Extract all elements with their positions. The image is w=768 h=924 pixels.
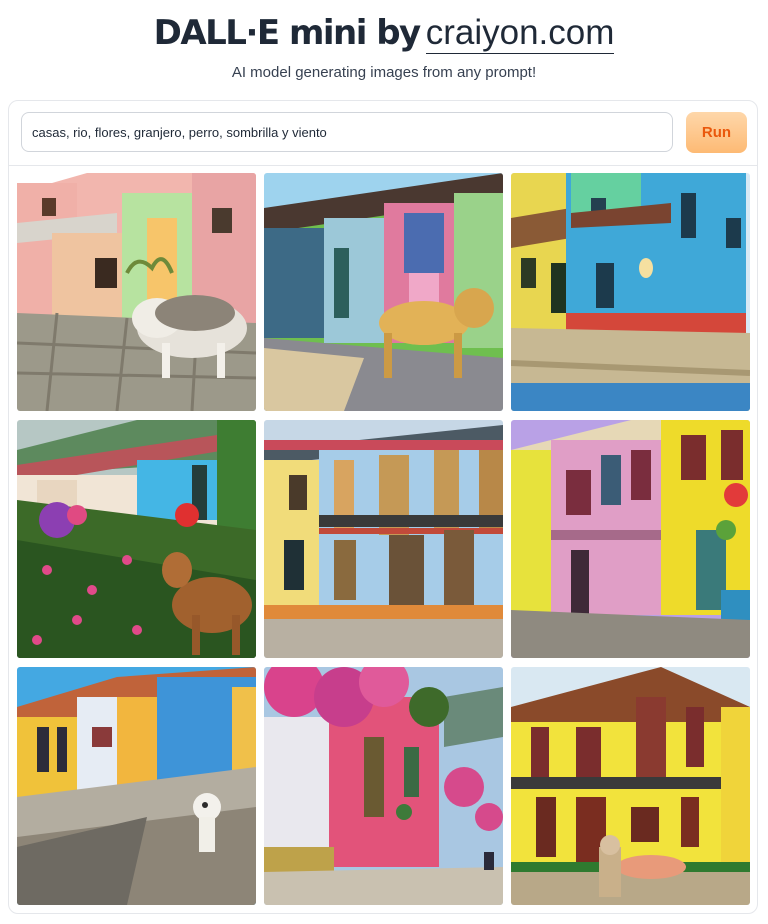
result-image-8[interactable] (264, 667, 503, 905)
result-image-5[interactable] (264, 420, 503, 658)
result-image-6[interactable] (511, 420, 750, 658)
result-image-4[interactable] (17, 420, 256, 658)
result-image-2[interactable] (264, 173, 503, 411)
prompt-bar: Run (9, 101, 757, 166)
result-image-3[interactable] (511, 173, 750, 411)
title-text: DALL·E mini by (153, 13, 422, 53)
house-image (511, 420, 750, 658)
house-image (511, 173, 750, 411)
house-dog-image (264, 173, 503, 411)
results-grid (17, 173, 751, 905)
flowers-dog-image (17, 420, 256, 658)
craiyon-link[interactable]: craiyon.com (425, 13, 615, 54)
page-header: DALL·E mini by craiyon.com AI model gener… (0, 0, 768, 100)
result-image-7[interactable] (17, 667, 256, 905)
result-image-9[interactable] (511, 667, 750, 905)
house-flowers-image (264, 667, 503, 905)
run-button[interactable]: Run (686, 112, 747, 153)
prompt-input[interactable] (21, 112, 673, 152)
house-farmer-umbrella-image (511, 667, 750, 905)
house-dog-image (17, 173, 256, 411)
generator-panel: Run (8, 100, 758, 914)
house-dog-image (17, 667, 256, 905)
house-image (264, 420, 503, 658)
result-image-1[interactable] (17, 173, 256, 411)
page-subtitle: AI model generating images from any prom… (231, 64, 537, 81)
page-title: DALL·E mini by craiyon.com (0, 8, 768, 57)
